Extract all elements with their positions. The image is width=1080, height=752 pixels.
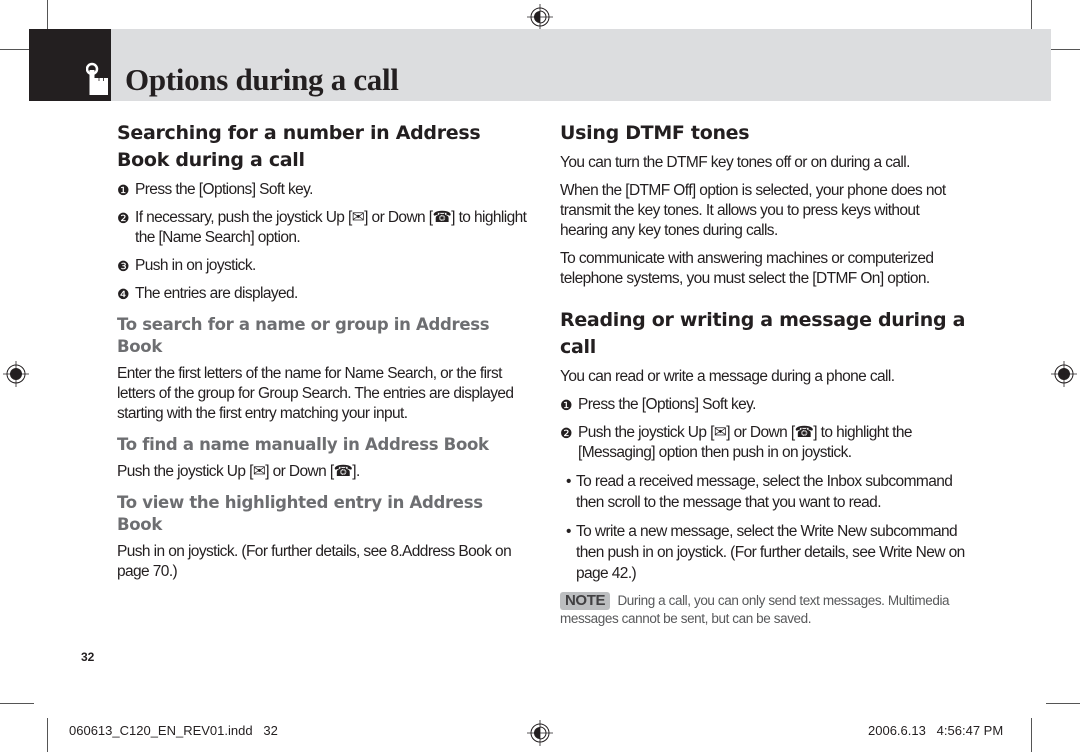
- step-text: Push the joystick Up [✉] or Down [☎] to …: [578, 424, 913, 461]
- note-box: NOTE During a call, you can only send te…: [560, 592, 970, 628]
- bullet-text: To read a received message, select the I…: [576, 473, 953, 511]
- step-item: ❶ Press the [Options] Soft key.: [117, 180, 527, 200]
- crop-mark: [47, 718, 48, 752]
- paragraph: To communicate with answering machines o…: [560, 250, 934, 287]
- step-item: ❷ If necessary, push the joystick Up [✉]…: [117, 208, 527, 248]
- footer-filename: 060613_C120_EN_REV01.indd 32: [69, 723, 278, 738]
- subsection-heading: To view the highlighted entry in Address…: [117, 493, 483, 534]
- right-column: Using DTMF tones You can turn the DTMF k…: [560, 120, 970, 628]
- step-number: ❶: [560, 397, 573, 413]
- paragraph: You can turn the DTMF key tones off or o…: [560, 154, 910, 171]
- paragraph: When the [DTMF Off] option is selected, …: [560, 182, 946, 239]
- left-column: Searching for a number in Address Book d…: [117, 120, 527, 590]
- subsection-heading: To find a name manually in Address Book: [117, 435, 489, 454]
- crop-mark: [1031, 718, 1032, 752]
- note-label: NOTE: [560, 592, 611, 610]
- footer-timestamp: 2006.6.13 4:56:47 PM: [868, 723, 1004, 738]
- step-text: Press the [Options] Soft key.: [135, 181, 313, 198]
- step-number: ❷: [117, 210, 130, 226]
- bullet-item: • To write a new message, select the Wri…: [566, 521, 970, 584]
- registration-mark-icon: [527, 4, 553, 30]
- registration-mark-icon: [3, 361, 29, 387]
- step-item: ❶ Press the [Options] Soft key.: [560, 395, 970, 415]
- step-item: ❹ The entries are displayed.: [117, 284, 527, 304]
- step-text: If necessary, push the joystick Up [✉] o…: [135, 209, 527, 246]
- step-text: Push in on joystick.: [135, 257, 256, 274]
- bullet-dot: •: [566, 473, 571, 490]
- bullet-item: • To read a received message, select the…: [566, 471, 970, 513]
- step-number: ❶: [117, 182, 130, 198]
- crop-mark: [1046, 49, 1080, 50]
- section-heading: Reading or writing a message during a ca…: [560, 309, 966, 358]
- crop-mark: [1046, 703, 1080, 704]
- subsection-text: Enter the first letters of the name for …: [117, 365, 514, 422]
- step-text: The entries are displayed.: [135, 285, 298, 302]
- section-heading: Using DTMF tones: [560, 122, 750, 144]
- registration-mark-icon: [527, 720, 553, 746]
- step-text: Press the [Options] Soft key.: [578, 396, 756, 413]
- page-number: 32: [81, 650, 95, 664]
- hand-pointer-icon: [86, 62, 108, 95]
- subsection-text: Push in on joystick. (For further detail…: [117, 543, 512, 580]
- bullet-dot: •: [566, 523, 571, 540]
- subsection-text: Push the joystick Up [✉] or Down [☎].: [117, 463, 360, 480]
- page-title: Options during a call: [125, 62, 399, 97]
- step-item: ❷ Push the joystick Up [✉] or Down [☎] t…: [560, 423, 970, 463]
- registration-mark-icon: [1051, 361, 1077, 387]
- crop-mark: [0, 703, 34, 704]
- step-number: ❷: [560, 425, 573, 441]
- step-item: ❸ Push in on joystick.: [117, 256, 527, 276]
- paragraph: You can read or write a message during a…: [560, 368, 895, 385]
- section-heading: Searching for a number in Address Book d…: [117, 122, 481, 171]
- step-number: ❸: [117, 258, 130, 274]
- subsection-heading: To search for a name or group in Address…: [117, 315, 490, 356]
- note-text: During a call, you can only send text me…: [560, 593, 950, 626]
- bullet-text: To write a new message, select the Write…: [576, 523, 965, 582]
- step-number: ❹: [117, 286, 130, 302]
